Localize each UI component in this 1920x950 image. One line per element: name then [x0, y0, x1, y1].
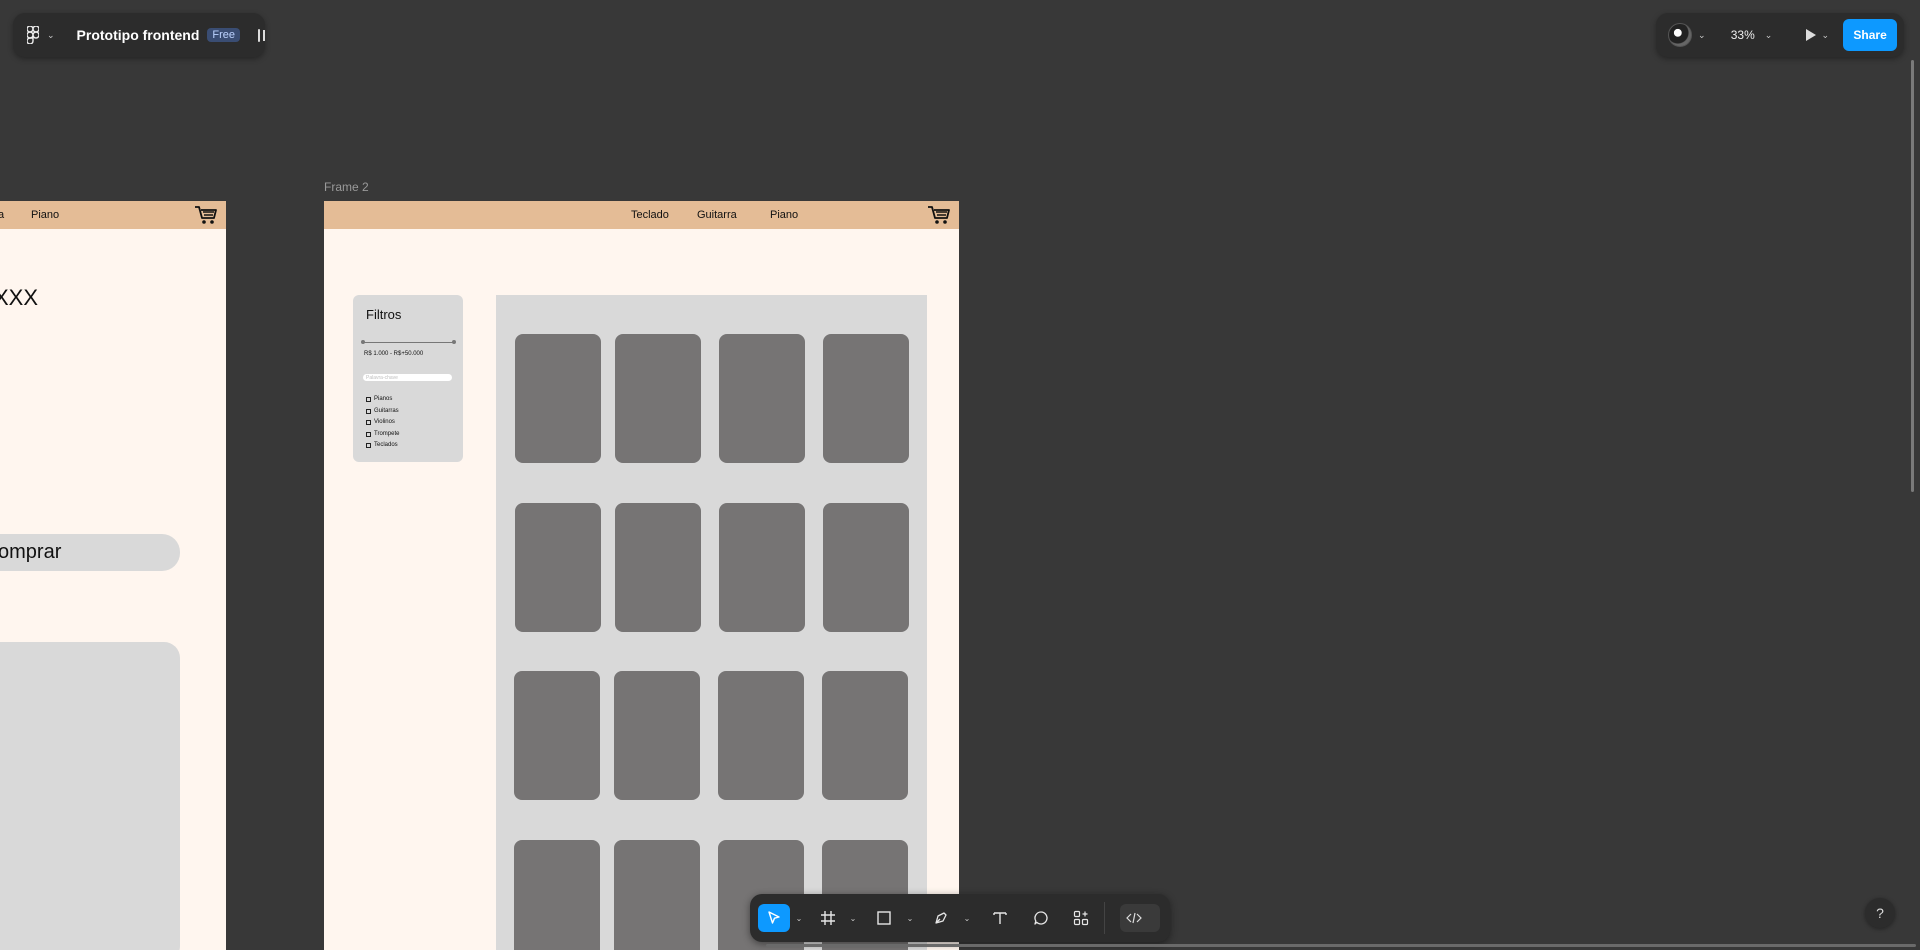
filters-panel: Filtros R$ 1.000 - R$+50.000 Pianos Guit… [353, 295, 463, 462]
product-grid [496, 295, 927, 950]
shape-tool-button[interactable] [870, 904, 898, 932]
toolbar-divider [1104, 902, 1105, 934]
vertical-scrollbar[interactable] [1911, 60, 1914, 492]
horizontal-scrollbar[interactable] [766, 944, 1916, 947]
filter-checkbox-row: Violinos [366, 419, 395, 425]
shape-tool-chevron-down-icon[interactable]: ⌄ [905, 904, 915, 932]
filter-label: Guitarras [374, 408, 399, 414]
product-card [514, 840, 600, 950]
frame-1[interactable]: a Piano XXX omprar [0, 201, 226, 950]
comment-tool-button[interactable] [1027, 904, 1055, 932]
filter-checkbox-row: Trompete [366, 431, 399, 437]
product-card [514, 671, 600, 800]
main-menu-chevron-down-icon[interactable]: ⌄ [47, 30, 55, 41]
zoom-control[interactable]: 33% ⌄ [1720, 22, 1784, 48]
nav-link-piano: Piano [770, 209, 799, 221]
plan-badge[interactable]: Free [207, 28, 241, 42]
zoom-chevron-down-icon: ⌄ [1764, 29, 1773, 40]
text-t-icon [993, 912, 1007, 924]
product-card [823, 503, 909, 632]
filter-label: Violinos [374, 419, 395, 425]
frame-hash-icon [821, 911, 835, 925]
product-card [719, 334, 805, 463]
file-menu-pill: ⌄ Prototipo frontend Free [13, 13, 265, 57]
checkbox [366, 396, 371, 402]
top-right-controls: ⌄ 33% ⌄ ⌄ Share [1656, 13, 1904, 57]
code-brackets-icon [1126, 912, 1142, 924]
product-card [614, 671, 700, 800]
frame-2-label[interactable]: Frame 2 [324, 180, 369, 194]
product-image-placeholder [0, 642, 180, 950]
comment-bubble-icon [1034, 911, 1048, 925]
filter-checkbox-row: Pianos [366, 396, 392, 402]
cart-icon [195, 206, 217, 224]
nav-link-piano: Piano [31, 209, 60, 221]
present-chevron-down-icon[interactable]: ⌄ [1822, 30, 1830, 41]
nav-link-guitarra-partial: a [0, 209, 5, 221]
product-card [615, 334, 701, 463]
actions-grid-icon [1073, 910, 1089, 926]
zoom-level: 33% [1730, 28, 1755, 42]
keyword-input [363, 374, 452, 381]
pen-nib-icon [935, 912, 947, 924]
product-card [515, 503, 601, 632]
buy-button: omprar [0, 534, 180, 571]
cursor-arrow-icon [768, 911, 780, 924]
product-title: XXX [0, 285, 39, 310]
sidebar-toggle-icon[interactable] [258, 28, 265, 42]
avatar[interactable] [1668, 23, 1692, 47]
price-range-slider [362, 342, 454, 343]
help-button[interactable]: ? [1865, 898, 1895, 928]
filter-label: Teclados [374, 442, 398, 448]
rectangle-icon [877, 911, 891, 925]
nav-link-teclado: Teclado [631, 209, 669, 221]
filter-checkbox-row: Teclados [366, 442, 398, 448]
frame-tool-chevron-down-icon[interactable]: ⌄ [848, 904, 858, 932]
share-button[interactable]: Share [1843, 19, 1898, 51]
product-card [823, 334, 909, 463]
filter-checkbox-row: Guitarras [366, 408, 399, 414]
dev-mode-toggle[interactable] [1120, 904, 1160, 932]
file-title[interactable]: Prototipo frontend [77, 27, 200, 43]
frame-1-navbar: a Piano [0, 201, 226, 229]
pen-tool-button[interactable] [927, 904, 955, 932]
product-card [614, 840, 700, 950]
figma-logo-icon[interactable] [27, 25, 39, 45]
price-slider-max-handle [452, 340, 456, 344]
bottom-toolbar: ⌄ ⌄ ⌄ ⌄ [750, 894, 1170, 942]
product-card [718, 671, 804, 800]
move-tool-chevron-down-icon[interactable]: ⌄ [794, 904, 804, 932]
price-range-text: R$ 1.000 - R$+50.000 [364, 351, 424, 357]
text-tool-button[interactable] [986, 904, 1014, 932]
nav-link-guitarra: Guitarra [697, 209, 737, 221]
pen-tool-chevron-down-icon[interactable]: ⌄ [962, 904, 972, 932]
avatar-chevron-down-icon[interactable]: ⌄ [1698, 30, 1706, 41]
checkbox [366, 408, 371, 414]
frame-2-navbar: Teclado Guitarra Piano [324, 201, 959, 229]
cart-icon [928, 206, 950, 224]
product-card [615, 503, 701, 632]
present-play-icon[interactable] [1805, 29, 1816, 41]
frame-2[interactable]: Teclado Guitarra Piano Filtros R$ 1.000 … [324, 201, 959, 950]
product-card [822, 671, 908, 800]
filters-title: Filtros [366, 307, 402, 322]
product-card [515, 334, 601, 463]
frame-tool-button[interactable] [814, 904, 842, 932]
filter-label: Trompete [374, 431, 400, 437]
product-card [719, 503, 805, 632]
price-slider-min-handle [361, 340, 365, 344]
actions-tool-button[interactable] [1067, 904, 1095, 932]
checkbox [366, 419, 371, 425]
checkbox [366, 442, 371, 448]
move-tool-button[interactable] [758, 904, 790, 932]
checkbox [366, 431, 371, 437]
filter-label: Pianos [374, 396, 393, 402]
